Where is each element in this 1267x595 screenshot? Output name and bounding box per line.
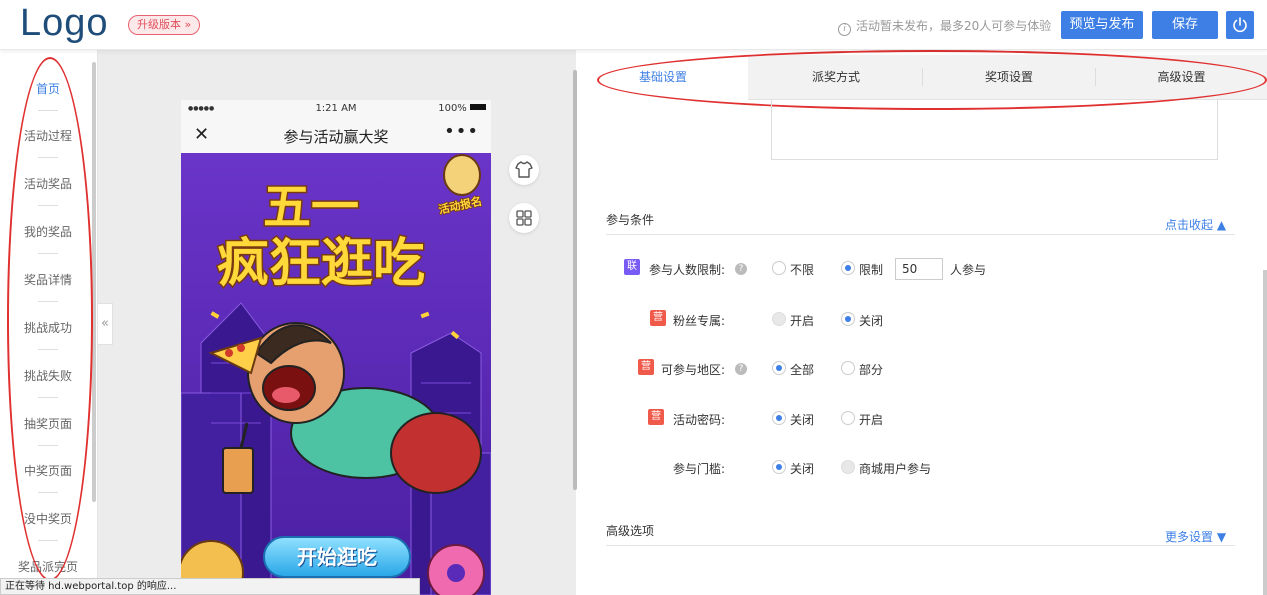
- fans-only-off-label[interactable]: 关闭: [859, 312, 883, 329]
- fans-only-on-label[interactable]: 开启: [790, 312, 814, 329]
- region-all-label[interactable]: 全部: [790, 361, 814, 378]
- badge-ying: 营: [638, 359, 654, 375]
- notice-text: 活动暂未发布，最多20人可参与体验: [856, 19, 1052, 33]
- participant-limit-unlimited-label[interactable]: 不限: [790, 261, 814, 278]
- poster-image: 五一 疯狂逛吃 活动报名 开始逛吃: [181, 153, 491, 595]
- panel-scrollbar[interactable]: [1263, 270, 1267, 595]
- poster-headline-line1: 五一: [263, 179, 359, 235]
- power-icon: [1233, 17, 1247, 33]
- fans-only-off-radio[interactable]: [841, 312, 855, 326]
- fans-only-label: 粉丝专属:: [673, 314, 726, 328]
- region-all-radio[interactable]: [772, 361, 786, 375]
- theme-button[interactable]: [509, 155, 539, 185]
- participant-limit-input[interactable]: [895, 258, 943, 280]
- participant-limit-unlimited-radio[interactable]: [772, 261, 786, 275]
- divider: [606, 545, 1235, 546]
- collapse-conditions-link[interactable]: 点击收起 ▲: [1165, 216, 1226, 233]
- threshold-mall-users-label[interactable]: 商城用户参与: [859, 460, 931, 477]
- phone-preview: ●●●●● 1:21 AM 100% ✕ 参与活动赢大奖 ••• 五一 疯狂逛吃…: [181, 100, 491, 595]
- grid-icon: [516, 210, 532, 226]
- region-partial-label[interactable]: 部分: [859, 361, 883, 378]
- advanced-options-title: 高级选项: [606, 524, 655, 538]
- participant-limit-suffix: 人参与: [950, 263, 987, 277]
- top-bar: Logo 升级版本 » i 活动暂未发布，最多20人可参与体验 预览与发布 保存: [0, 0, 1267, 50]
- phone-status-bar: ●●●●● 1:21 AM 100%: [181, 100, 491, 118]
- divider: [606, 234, 1235, 235]
- participation-threshold-label: 参与门槛:: [673, 462, 726, 476]
- activity-password-label: 活动密码:: [673, 413, 726, 427]
- badge-ying: 营: [648, 409, 664, 425]
- region-partial-radio[interactable]: [841, 361, 855, 375]
- badge-lian: 联: [624, 259, 640, 275]
- description-textarea[interactable]: [771, 100, 1218, 160]
- power-button[interactable]: [1226, 11, 1254, 39]
- poster-headline-line2: 疯狂逛吃: [217, 234, 425, 294]
- password-on-radio[interactable]: [841, 411, 855, 425]
- info-icon: i: [838, 23, 851, 36]
- shirt-icon: [515, 161, 533, 178]
- fans-only-on-radio[interactable]: [772, 312, 786, 326]
- more-icon[interactable]: •••: [444, 121, 479, 142]
- participant-limit-limited-radio[interactable]: [841, 261, 855, 275]
- threshold-mall-users-radio[interactable]: [841, 460, 855, 474]
- preview-publish-button[interactable]: 预览与发布: [1061, 11, 1143, 39]
- participation-conditions-title: 参与条件: [606, 213, 655, 227]
- participant-limit-limited-label[interactable]: 限制: [859, 261, 883, 278]
- logo[interactable]: Logo: [20, 2, 109, 45]
- publish-notice: i 活动暂未发布，最多20人可参与体验: [838, 17, 1051, 36]
- battery-icon: [470, 104, 486, 110]
- help-icon[interactable]: ?: [735, 363, 747, 375]
- threshold-off-radio[interactable]: [772, 460, 786, 474]
- participant-limit-label: 参与人数限制:: [649, 263, 726, 277]
- canvas-scrollbar[interactable]: [573, 70, 577, 490]
- password-on-label[interactable]: 开启: [859, 411, 883, 428]
- save-button[interactable]: 保存: [1152, 11, 1218, 39]
- start-button[interactable]: 开始逛吃: [263, 536, 411, 578]
- more-settings-link[interactable]: 更多设置 ▼: [1165, 528, 1226, 545]
- upgrade-version-button[interactable]: 升级版本 »: [128, 15, 201, 35]
- region-label: 可参与地区:: [661, 363, 726, 377]
- password-off-label[interactable]: 关闭: [790, 411, 814, 428]
- battery-text: 100%: [438, 103, 467, 114]
- collapse-sidebar-button[interactable]: «: [98, 303, 113, 345]
- poster-illustration: 五一 疯狂逛吃 活动报名: [181, 153, 491, 595]
- badge-ying: 营: [650, 310, 666, 326]
- battery-indicator: 100%: [438, 103, 486, 114]
- password-off-radio[interactable]: [772, 411, 786, 425]
- help-icon[interactable]: ?: [735, 263, 747, 275]
- browser-status-bar: 正在等待 hd.webportal.top 的响应...: [0, 578, 420, 595]
- layout-button[interactable]: [509, 203, 539, 233]
- phone-nav-bar: ✕ 参与活动赢大奖 •••: [181, 118, 491, 153]
- annotation-ellipse-sidebar: [7, 57, 93, 581]
- threshold-off-label[interactable]: 关闭: [790, 460, 814, 477]
